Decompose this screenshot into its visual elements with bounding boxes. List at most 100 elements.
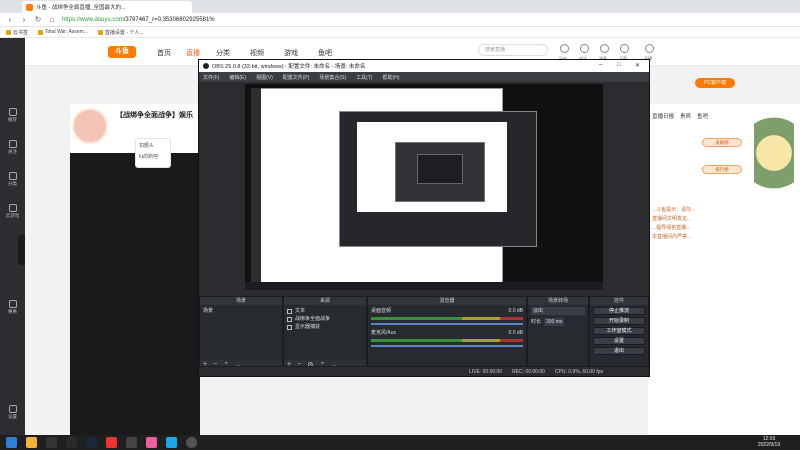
audio-meter xyxy=(371,339,523,342)
mixer-dock: 混音器 桌面音频 0.0 dB 麦克风/Aux 0.0 dB xyxy=(367,296,527,370)
dropdown-item[interactable]: fu的新吧 xyxy=(139,153,167,160)
follow-icon[interactable] xyxy=(580,44,589,53)
contribution-button[interactable]: 贡献榜 xyxy=(702,138,742,147)
url-field[interactable]: https://www.douyu.com/3797467_r=0.353068… xyxy=(62,17,215,23)
menu-scene-collection[interactable]: 场景集合(S) xyxy=(319,74,346,81)
system-clock[interactable]: 12:59 2022/9/19 xyxy=(742,436,796,448)
nav-home[interactable]: 首页 xyxy=(157,48,171,58)
mixer-channel-name: 麦克风/Aux xyxy=(371,330,397,336)
audio-meter xyxy=(371,317,523,320)
sidebar-item-settings[interactable]: 设置 xyxy=(0,405,25,420)
chat-tabs: 直播日报 贵宾 鱼吧 xyxy=(652,108,742,124)
menu-profile[interactable]: 配置文件(P) xyxy=(283,74,310,81)
duration-label: 时长 xyxy=(531,319,542,325)
video-player[interactable] xyxy=(70,153,200,435)
refresh-icon[interactable]: ↻ xyxy=(34,15,42,24)
nav-live[interactable]: 直播 xyxy=(186,48,200,58)
app-icon[interactable] xyxy=(46,437,57,448)
nav-video[interactable]: 视频 xyxy=(250,48,264,58)
volume-slider[interactable] xyxy=(371,345,523,347)
close-icon[interactable]: ✕ xyxy=(635,62,640,69)
bookmark-item[interactable]: 云书签 xyxy=(6,29,28,36)
netease-music-icon[interactable] xyxy=(106,437,117,448)
controls-dock-title: 控件 xyxy=(590,297,648,305)
steam-icon[interactable] xyxy=(86,437,97,448)
start-icon[interactable] xyxy=(6,437,17,448)
file-explorer-icon[interactable] xyxy=(26,437,37,448)
nav-game[interactable]: 游戏 xyxy=(284,48,298,58)
nav-category[interactable]: 分类 xyxy=(216,48,230,58)
transition-select[interactable]: 淡出 xyxy=(531,307,585,315)
stop-streaming-button[interactable]: 停止推流 xyxy=(593,307,645,315)
studio-mode-button[interactable]: 工作室模式 xyxy=(593,327,645,335)
obs-taskbar-icon[interactable] xyxy=(186,437,197,448)
sidebar-collapse-handle[interactable] xyxy=(18,235,25,265)
preview-taskbar xyxy=(245,282,603,290)
message-icon[interactable] xyxy=(600,44,609,53)
scene-item[interactable]: 场景 xyxy=(203,307,279,315)
browser-icon[interactable] xyxy=(166,437,177,448)
search-input[interactable]: 搜索直播 xyxy=(478,44,548,56)
home-icon[interactable]: ⌂ xyxy=(48,15,56,24)
bookmark-item[interactable]: 直播设置 - 个人... xyxy=(97,29,144,36)
forward-icon[interactable]: › xyxy=(20,15,28,24)
bookmark-item[interactable]: Total War: Assem... xyxy=(38,29,88,35)
chat-line: 本直播间内严禁... xyxy=(652,234,692,240)
pc-client-button[interactable]: PC客户端 xyxy=(695,78,735,88)
maximize-icon[interactable]: □ xyxy=(617,62,621,68)
windows-taskbar xyxy=(0,435,800,450)
rank-button[interactable]: 排行榜 xyxy=(702,165,742,174)
obs-window-title: OBS 25.0.8 (32-bit, windows) - 配置文件: 未命名… xyxy=(212,64,366,70)
live-status: LIVE: 00:00:00 xyxy=(469,368,503,375)
menu-file[interactable]: 文件(F) xyxy=(203,74,219,81)
menu-tools[interactable]: 工具(T) xyxy=(356,74,372,81)
download-icon[interactable] xyxy=(620,44,629,53)
mixer-channel-db: 0.0 dB xyxy=(508,308,523,314)
start-recording-button[interactable]: 开始录制 xyxy=(593,317,645,325)
douyu-favicon-icon xyxy=(26,3,33,11)
minimize-icon[interactable]: – xyxy=(599,62,602,68)
event-badge-image[interactable] xyxy=(754,108,794,208)
tab-yuba[interactable]: 鱼吧 xyxy=(697,112,708,120)
menu-view[interactable]: 视图(V) xyxy=(256,74,273,81)
rec-status: REC: 00:00:00 xyxy=(512,368,545,375)
menu-help[interactable]: 帮助(H) xyxy=(382,74,399,81)
address-bar: ‹ › ↻ ⌂ https://www.douyu.com/3797467_r=… xyxy=(0,13,800,27)
exit-button[interactable]: 退出 xyxy=(593,347,645,355)
sidebar-item-events[interactable]: 赛事 xyxy=(0,300,25,315)
mixer-channel-name: 桌面音频 xyxy=(371,308,392,314)
heart-icon xyxy=(8,140,17,148)
obs-menu-bar: 文件(F) 编辑(E) 视图(V) 配置文件(P) 场景集合(S) 工具(T) … xyxy=(199,72,649,82)
volume-slider[interactable] xyxy=(371,323,523,325)
sidebar-item-category[interactable]: 分类 xyxy=(0,172,25,187)
transitions-dock-title: 场景转场 xyxy=(528,297,588,305)
terminal-icon[interactable] xyxy=(66,437,77,448)
chat-line: ...倡导绿色直播... xyxy=(652,225,691,231)
chat-line: ...斗鱼提示：请勿... xyxy=(652,207,696,213)
source-item[interactable]: 文本 xyxy=(287,307,363,315)
nav-yuba[interactable]: 鱼吧 xyxy=(318,48,332,58)
history-icon[interactable] xyxy=(560,44,569,53)
tab-vip[interactable]: 贵宾 xyxy=(680,112,691,120)
source-item[interactable]: 显示器捕获 xyxy=(287,323,363,331)
source-item[interactable]: 战绑争全面战争 xyxy=(287,315,363,323)
tab-daily[interactable]: 直播日报 xyxy=(652,112,674,120)
menu-edit[interactable]: 编辑(E) xyxy=(229,74,246,81)
sidebar-item-recommend[interactable]: 推荐 xyxy=(0,108,25,123)
sidebar-item-follow[interactable]: 关注 xyxy=(0,140,25,155)
broadcast-icon[interactable] xyxy=(645,44,654,53)
sidebar-item-cloud-game[interactable]: 云游戏 xyxy=(0,204,25,219)
settings-button[interactable]: 设置 xyxy=(593,337,645,345)
transitions-dock: 场景转场 淡出 时长 300 ms xyxy=(527,296,589,370)
duration-input[interactable]: 300 ms xyxy=(544,318,565,326)
grid-icon xyxy=(8,172,17,180)
bilibili-icon[interactable] xyxy=(146,437,157,448)
preview-nested-obs-3 xyxy=(417,154,463,184)
folder-icon xyxy=(97,29,103,35)
back-icon[interactable]: ‹ xyxy=(6,15,14,24)
dropdown-item[interactable]: 扣额头 xyxy=(139,142,167,149)
streamer-avatar[interactable] xyxy=(72,108,108,144)
app-icon[interactable] xyxy=(126,437,137,448)
douyu-logo[interactable]: 斗鱼 xyxy=(108,46,136,58)
browser-tab[interactable]: 斗鱼 - 战绑争全面直播_全国最大的... xyxy=(22,1,192,13)
